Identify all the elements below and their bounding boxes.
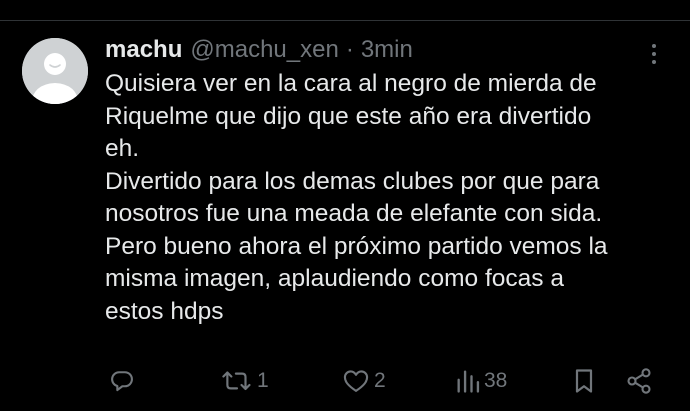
- tweet-text-line: eh.: [105, 135, 140, 162]
- views-button[interactable]: 38: [455, 367, 507, 395]
- retweet-button[interactable]: 1: [220, 367, 269, 395]
- retweet-icon: [222, 371, 251, 391]
- action-bar: 1 2 38: [0, 361, 690, 401]
- timestamp[interactable]: 3min: [361, 35, 413, 65]
- display-name[interactable]: machu: [105, 35, 182, 65]
- previous-tweet-icon: [583, 0, 597, 4]
- tweet-text-line: Riquelme que dijo que este año era diver…: [105, 102, 592, 130]
- tweet-text-line: Divertido para los demas clubes por que …: [105, 167, 600, 195]
- heart-icon: [343, 370, 369, 392]
- share-button[interactable]: [625, 367, 653, 395]
- tweet[interactable]: machu @machu_xen · 3min Quisiera ver en …: [0, 21, 690, 411]
- tweet-text-line: Quisiera ver en la cara al negro de mier…: [105, 70, 597, 97]
- share-icon: [627, 368, 651, 394]
- tweet-text: Quisiera ver en la cara al negro de mier…: [105, 68, 685, 328]
- views-icon: [457, 370, 480, 393]
- user-handle[interactable]: @machu_xen: [190, 35, 338, 65]
- tweet-header: machu @machu_xen · 3min: [105, 35, 413, 65]
- like-count: 2: [374, 369, 386, 392]
- avatar[interactable]: [22, 38, 88, 104]
- more-options-icon[interactable]: [646, 41, 662, 67]
- tweet-text-line: Pero bueno ahora el próximo partido vemo…: [105, 232, 608, 260]
- tweet-text-line: nosotros fue una meada de elefante con s…: [105, 200, 603, 227]
- reply-button[interactable]: [108, 367, 139, 395]
- tweet-text-line: estos hdps: [105, 297, 224, 325]
- like-button[interactable]: 2: [341, 367, 386, 395]
- bookmark-button[interactable]: [572, 367, 596, 395]
- default-avatar-icon: [22, 38, 88, 104]
- tweet-text-line: misma imagen, aplaudiendo como focas a: [105, 265, 564, 292]
- views-count: 38: [484, 369, 508, 392]
- reply-icon: [111, 371, 133, 392]
- separator-dot: ·: [345, 36, 354, 63]
- retweet-count: 1: [257, 369, 269, 392]
- bookmark-icon: [575, 369, 593, 393]
